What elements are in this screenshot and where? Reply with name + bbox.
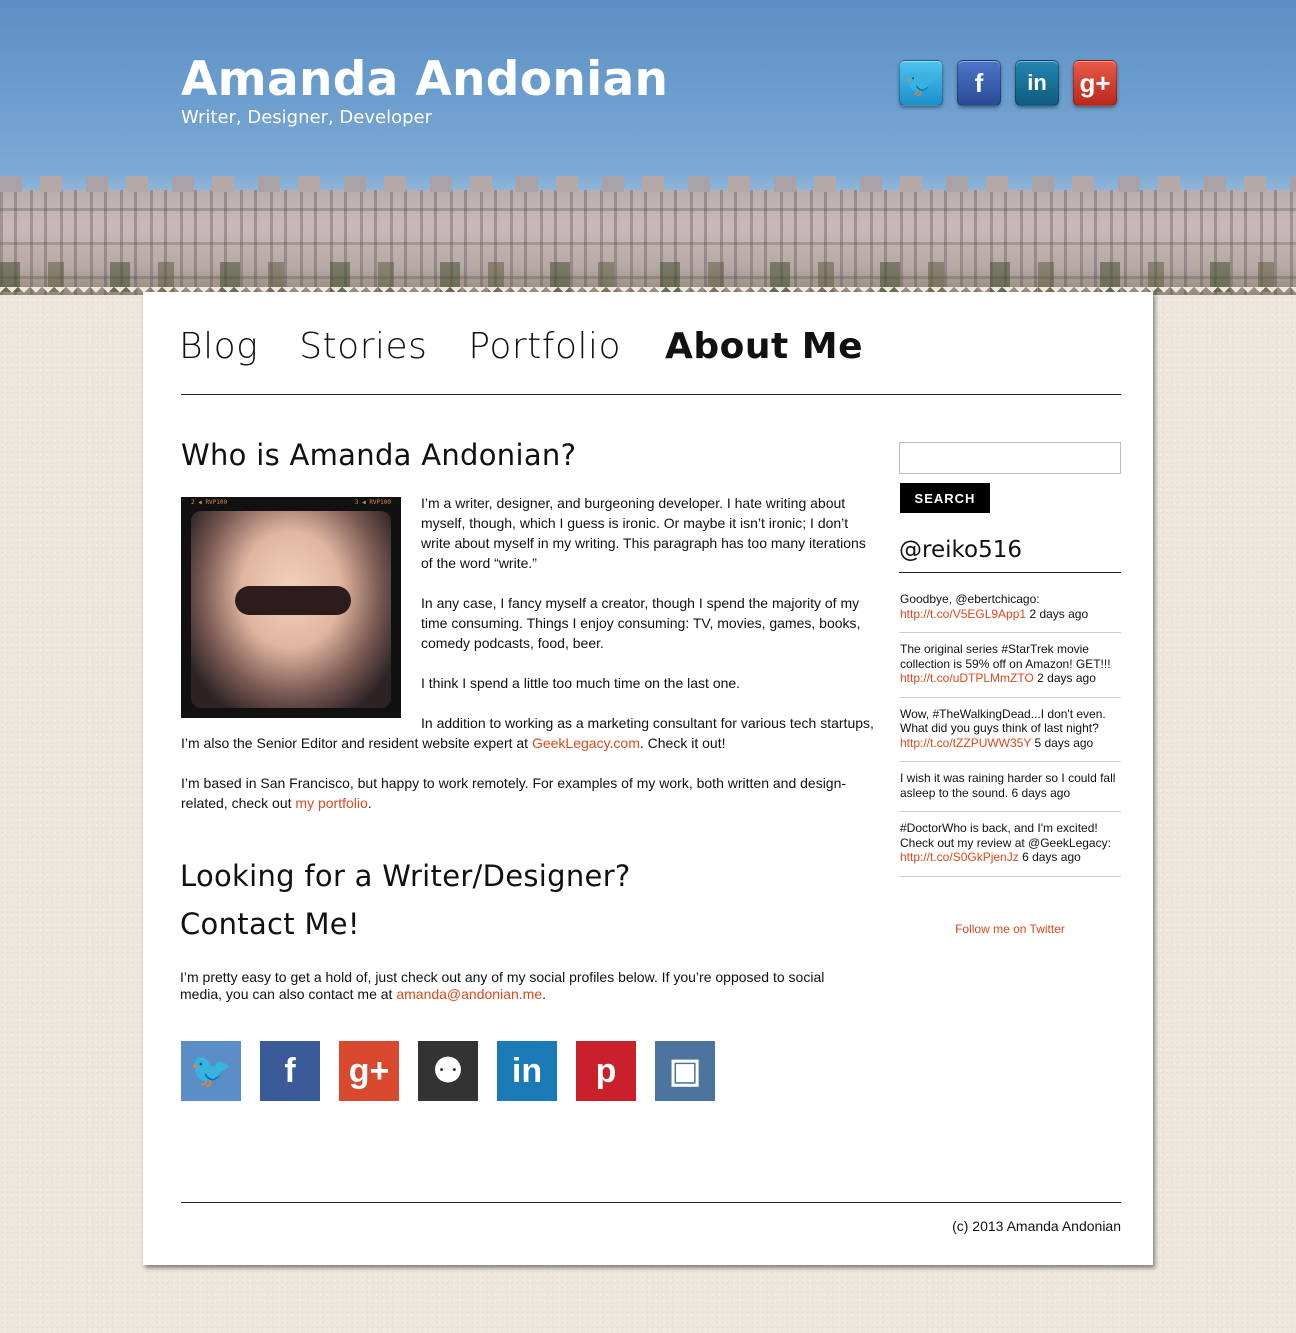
twitter-handle[interactable]: @reiko516 — [899, 537, 1022, 563]
portfolio-link[interactable]: my portfolio — [295, 795, 367, 811]
tweet-item: #DoctorWho is back, and I'm excited! Che… — [899, 812, 1121, 877]
nav-about-me[interactable]: About Me — [665, 320, 863, 367]
site-title[interactable]: Amanda Andonian — [181, 52, 668, 107]
nav-stories[interactable]: Stories — [299, 320, 427, 367]
tweet-link[interactable]: http://t.co/uDTPLMmZTO — [900, 671, 1034, 685]
site-tagline: Writer, Designer, Developer — [181, 107, 433, 128]
footer-divider — [181, 1202, 1121, 1203]
linkedin-icon[interactable]: in — [1015, 60, 1059, 106]
copyright: (c) 2013 Amanda Andonian — [952, 1218, 1121, 1234]
nav-divider — [181, 394, 1121, 395]
twitter-icon[interactable]: 🐦 — [899, 60, 943, 106]
about-paragraph-5b: related, check out my portfolio. — [181, 795, 372, 811]
about-paragraph-1: I’m a writer, designer, and burgeoning d… — [421, 495, 866, 571]
google-plus-icon[interactable]: g+ — [339, 1041, 399, 1101]
nav-portfolio[interactable]: Portfolio — [468, 320, 621, 367]
film-strip-decoration: 2 ◀ RVP100 3 ◀ RVP100 — [191, 499, 391, 506]
facebook-icon[interactable]: f — [957, 60, 1001, 106]
follow-twitter-link[interactable]: Follow me on Twitter — [955, 922, 1065, 936]
twitter-icon[interactable]: 🐦 — [181, 1041, 241, 1101]
about-paragraph-2: In any case, I fancy myself a creator, t… — [421, 595, 861, 651]
tweet-link[interactable]: http://t.co/S0GkPjenJz — [900, 850, 1019, 864]
facebook-icon[interactable]: f — [260, 1041, 320, 1101]
tweet-list: Goodbye, @ebertchicago: http://t.co/V5EG… — [899, 583, 1121, 877]
nav-blog[interactable]: Blog — [179, 320, 258, 367]
header-social-links: 🐦 f in g+ — [899, 60, 1117, 106]
profile-photo: 2 ◀ RVP100 3 ◀ RVP100 — [181, 497, 401, 718]
tweet-link[interactable]: http://t.co/V5EGL9App1 — [900, 607, 1026, 621]
follow-twitter: Follow me on Twitter — [899, 922, 1121, 936]
tweet-time[interactable]: 6 days ago — [1022, 850, 1081, 864]
social-profiles: 🐦 f g+ ⚉ in p ▣ — [181, 1041, 715, 1101]
tweet-time[interactable]: 2 days ago — [1037, 671, 1096, 685]
contact-heading-2: Contact Me! — [180, 907, 360, 941]
about-heading: Who is Amanda Andonian? — [181, 438, 577, 472]
about-paragraph-3: I think I spend a little too much time o… — [421, 675, 741, 691]
contact-paragraph-b: media, you can also contact me at amanda… — [180, 986, 546, 1002]
search-input[interactable] — [899, 442, 1121, 474]
about-paragraph-4a: In addition to working as a marketing co… — [421, 715, 874, 731]
tweet-item: Wow, #TheWalkingDead...I don't even. Wha… — [899, 698, 1121, 762]
tweet-item: The original series #StarTrek movie coll… — [899, 633, 1121, 698]
contact-heading-1: Looking for a Writer/Designer? — [180, 859, 631, 893]
header-banner — [0, 0, 1296, 295]
tweet-time[interactable]: 6 days ago — [1011, 786, 1070, 800]
main-nav: Blog Stories Portfolio About Me — [179, 320, 863, 367]
github-icon[interactable]: ⚉ — [418, 1041, 478, 1101]
twitter-divider — [899, 572, 1121, 573]
about-paragraph-4b: I’m also the Senior Editor and resident … — [181, 735, 726, 751]
email-link[interactable]: amanda@andonian.me — [396, 986, 542, 1002]
about-paragraph-5a: I’m based in San Francisco, but happy to… — [181, 775, 847, 791]
instagram-icon[interactable]: ▣ — [655, 1041, 715, 1101]
contact-paragraph-a: I’m pretty easy to get a hold of, just c… — [180, 969, 825, 985]
header-houses-image — [0, 176, 1296, 295]
tweet-time[interactable]: 2 days ago — [1029, 607, 1088, 621]
linkedin-icon[interactable]: in — [497, 1041, 557, 1101]
tweet-item: I wish it was raining harder so I could … — [899, 762, 1121, 812]
tweet-time[interactable]: 5 days ago — [1035, 736, 1094, 750]
tweet-item: Goodbye, @ebertchicago: http://t.co/V5EG… — [899, 583, 1121, 633]
search-button[interactable]: SEARCH — [900, 483, 990, 513]
geeklegacy-link[interactable]: GeekLegacy.com — [532, 735, 640, 751]
pinterest-icon[interactable]: p — [576, 1041, 636, 1101]
google-plus-icon[interactable]: g+ — [1073, 60, 1117, 106]
tweet-link[interactable]: http://t.co/tZZPUWW35Y — [900, 736, 1031, 750]
